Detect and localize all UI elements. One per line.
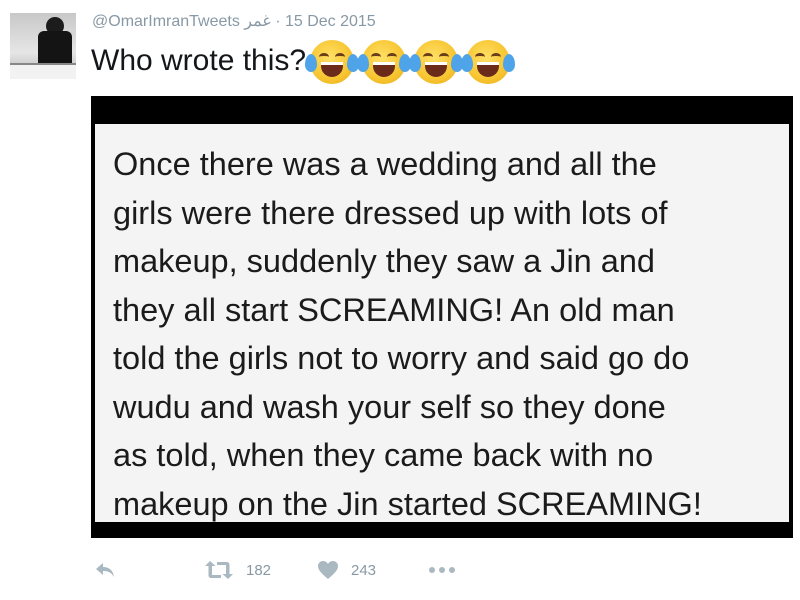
image-text: Once there was a wedding and all the gir… [113,146,702,522]
tweet-text: Who wrote this? [91,40,516,84]
retweet-icon [205,561,233,579]
avatar-figure-body [38,31,72,67]
laughing-crying-emoji-icon [409,40,464,84]
retweet-count: 182 [246,561,272,579]
avatar[interactable] [10,13,76,79]
more-button[interactable] [428,558,456,582]
heart-icon [318,561,338,579]
emoji-row [305,40,516,84]
attached-image[interactable]: Once there was a wedding and all the gir… [91,96,793,538]
like-button[interactable]: 243 [317,558,376,582]
tweet-date[interactable]: 15 Dec 2015 [285,13,376,30]
display-name[interactable]: غمر [244,13,270,30]
avatar-desk [10,63,76,79]
laughing-crying-emoji-icon [305,40,360,84]
tweet-header: @OmarImranTweets غمر · 15 Dec 2015 [92,11,376,31]
laughing-crying-emoji-icon [461,40,516,84]
reply-button[interactable] [94,558,116,582]
retweet-button[interactable]: 182 [204,558,271,582]
separator-dot: · [275,13,281,30]
reply-icon [96,563,114,577]
like-count: 243 [351,561,377,579]
tweet-body: Who wrote this? [91,43,307,77]
more-icon [429,567,455,573]
laughing-crying-emoji-icon [357,40,412,84]
user-handle[interactable]: @OmarImranTweets [92,13,240,30]
tweet-actions: 182 243 [0,558,800,582]
